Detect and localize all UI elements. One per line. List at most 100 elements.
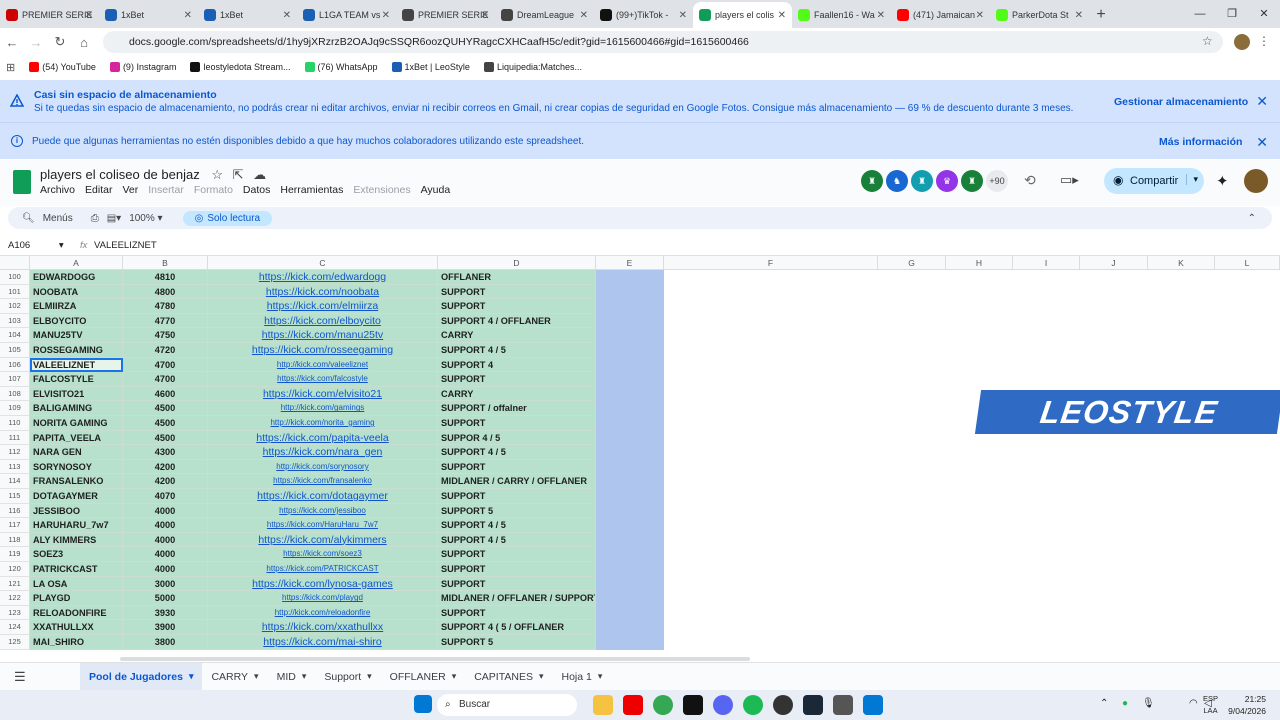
mmr-cell[interactable]: 4000	[123, 547, 208, 562]
sheet-tab[interactable]: Hoja 1 ▾	[552, 663, 611, 691]
browser-tab[interactable]: ParkerDota St ✕	[990, 2, 1089, 28]
cloud-status-icon[interactable]: ☁	[253, 167, 266, 182]
empty-cell-e[interactable]	[596, 547, 664, 562]
profile-avatar[interactable]	[1234, 34, 1250, 50]
menu-item-datos[interactable]: Datos	[243, 184, 270, 196]
kick-link-cell[interactable]: https://kick.com/HaruHaru_7w7	[208, 518, 438, 533]
player-name-cell[interactable]: BALIGAMING	[30, 401, 123, 416]
mmr-cell[interactable]: 4000	[123, 562, 208, 577]
url-field[interactable]: docs.google.com/spreadsheets/d/1hy9jXRzr…	[103, 31, 1223, 53]
browser-tab[interactable]: 1xBet ✕	[198, 2, 297, 28]
name-box[interactable]: A106 ▾	[8, 240, 64, 251]
empty-cell-e[interactable]	[596, 401, 664, 416]
volume-icon[interactable]: ◁	[1204, 698, 1212, 709]
mmr-cell[interactable]: 4000	[123, 503, 208, 519]
player-name-cell[interactable]: FALCOSTYLE	[30, 372, 123, 387]
mmr-cell[interactable]: 5000	[123, 591, 208, 606]
row-header[interactable]: 123	[0, 605, 30, 621]
mmr-cell[interactable]: 4700	[123, 372, 208, 387]
role-cell[interactable]: SUPPORT	[438, 372, 596, 387]
player-name-cell[interactable]: LA OSA	[30, 576, 123, 592]
chevron-down-icon[interactable]: ▾	[539, 671, 544, 682]
sheets-logo-icon[interactable]	[13, 170, 31, 194]
browser-tab[interactable]: (99+)TikTok - ✕	[594, 2, 693, 28]
chevron-down-icon[interactable]: ▾	[189, 671, 194, 682]
player-name-cell[interactable]: RELOADONFIRE	[30, 605, 123, 621]
bookmark-star-icon[interactable]: ☆	[1202, 34, 1213, 48]
kick-link-cell[interactable]: https://kick.com/jessiboo	[208, 503, 438, 519]
row-header[interactable]: 100	[0, 270, 30, 285]
player-name-cell[interactable]: FRANSALENKO	[30, 474, 123, 489]
bookmark-item[interactable]: (9) Instagram	[109, 62, 176, 72]
browser-tab[interactable]: DreamLeague ✕	[495, 2, 594, 28]
close-window-icon[interactable]: ✕	[1248, 0, 1280, 28]
player-name-cell[interactable]: MAI_SHIRO	[30, 635, 123, 650]
column-header-k[interactable]: K	[1148, 256, 1215, 270]
bookmark-item[interactable]: leostyledota Stream...	[190, 62, 291, 72]
doc-title[interactable]: players el coliseo de benjaz ☆ ⇱ ☁	[40, 167, 266, 183]
new-tab-icon[interactable]: +	[1089, 2, 1113, 28]
role-cell[interactable]: SUPPORT	[438, 459, 596, 475]
column-header-c[interactable]: C	[208, 256, 438, 270]
role-cell[interactable]: MIDLANER / OFFLANER / SUPPORT	[438, 591, 596, 606]
bookmark-item[interactable]: 1xBet | LeoStyle	[391, 62, 470, 72]
empty-cell-e[interactable]	[596, 357, 664, 373]
paint-format-icon[interactable]: ▤▾	[107, 213, 121, 224]
mmr-cell[interactable]: 4500	[123, 416, 208, 431]
player-name-cell[interactable]: HARUHARU_7w7	[30, 518, 123, 533]
kick-link-cell[interactable]: https://kick.com/fransalenko	[208, 474, 438, 489]
forward-icon[interactable]: →	[24, 35, 48, 50]
empty-cell-e[interactable]	[596, 284, 664, 300]
empty-cell-e[interactable]	[596, 445, 664, 460]
close-icon[interactable]: ✕	[1256, 93, 1268, 110]
sheet-tab[interactable]: MID ▾	[268, 663, 316, 691]
row-header[interactable]: 105	[0, 343, 30, 358]
mmr-cell[interactable]: 4500	[123, 430, 208, 446]
row-header[interactable]: 101	[0, 284, 30, 300]
more-info-link[interactable]: Más información	[1159, 136, 1242, 148]
row-header[interactable]: 121	[0, 576, 30, 592]
role-cell[interactable]: SUPPORT 5	[438, 635, 596, 650]
empty-cell-e[interactable]	[596, 270, 664, 285]
role-cell[interactable]: SUPPORT 4 ( 5 / OFFLANER	[438, 620, 596, 635]
chevron-down-icon[interactable]: ▾	[254, 671, 259, 682]
kick-link-cell[interactable]: http://kick.com/norita_gaming	[208, 416, 438, 431]
mmr-cell[interactable]: 4800	[123, 284, 208, 300]
mmr-cell[interactable]: 4000	[123, 532, 208, 548]
browser-tab[interactable]: PREMIER SERIE ✕	[0, 2, 99, 28]
empty-cell-e[interactable]	[596, 313, 664, 329]
avatar[interactable]: ♞	[886, 170, 908, 192]
zoom-select[interactable]: 100% ▾	[129, 213, 162, 224]
kick-link-cell[interactable]: https://kick.com/manu25tv	[208, 328, 438, 343]
empty-cell-e[interactable]	[596, 576, 664, 592]
row-header[interactable]: 107	[0, 372, 30, 387]
spreadsheet-grid[interactable]: A B C D E F G H I J K L 100 EDWARDOGG 4810 https://kick…	[0, 256, 1280, 656]
player-name-cell[interactable]: ELVISITO21	[30, 386, 123, 402]
column-header-e[interactable]: E	[596, 256, 664, 270]
chevron-down-icon[interactable]: ▾	[598, 671, 603, 682]
tab-close-icon[interactable]: ✕	[877, 10, 885, 21]
role-cell[interactable]: SUPPORT 4 / OFFLANER	[438, 313, 596, 329]
sheet-tab[interactable]: CAPITANES ▾	[465, 663, 552, 691]
row-header[interactable]: 114	[0, 474, 30, 489]
chevron-down-icon[interactable]: ▾	[1186, 174, 1198, 185]
tab-close-icon[interactable]: ✕	[1075, 10, 1083, 21]
scroll-thumb[interactable]	[120, 657, 750, 661]
tray-chevron-icon[interactable]: ⌃	[1100, 698, 1108, 709]
mmr-cell[interactable]: 4200	[123, 474, 208, 489]
tab-close-icon[interactable]: ✕	[382, 10, 390, 21]
formula-value[interactable]: VALEELIZNET	[94, 240, 157, 251]
player-name-cell[interactable]: PAPITA_VEELA	[30, 430, 123, 446]
row-header[interactable]: 102	[0, 299, 30, 314]
app-icon[interactable]	[683, 695, 703, 715]
meet-icon[interactable]: ▭▸	[1060, 172, 1079, 188]
role-cell[interactable]: SUPPORT	[438, 562, 596, 577]
role-cell[interactable]: SUPPORT 4 / 5	[438, 343, 596, 358]
empty-cell-e[interactable]	[596, 518, 664, 533]
column-header-f[interactable]: F	[664, 256, 878, 270]
avatar[interactable]: ♜	[911, 170, 933, 192]
row-header[interactable]: 108	[0, 386, 30, 402]
tab-close-icon[interactable]: ✕	[283, 10, 291, 21]
wifi-icon[interactable]: ◠	[1189, 698, 1198, 709]
player-name-cell[interactable]: ELBOYCITO	[30, 313, 123, 329]
